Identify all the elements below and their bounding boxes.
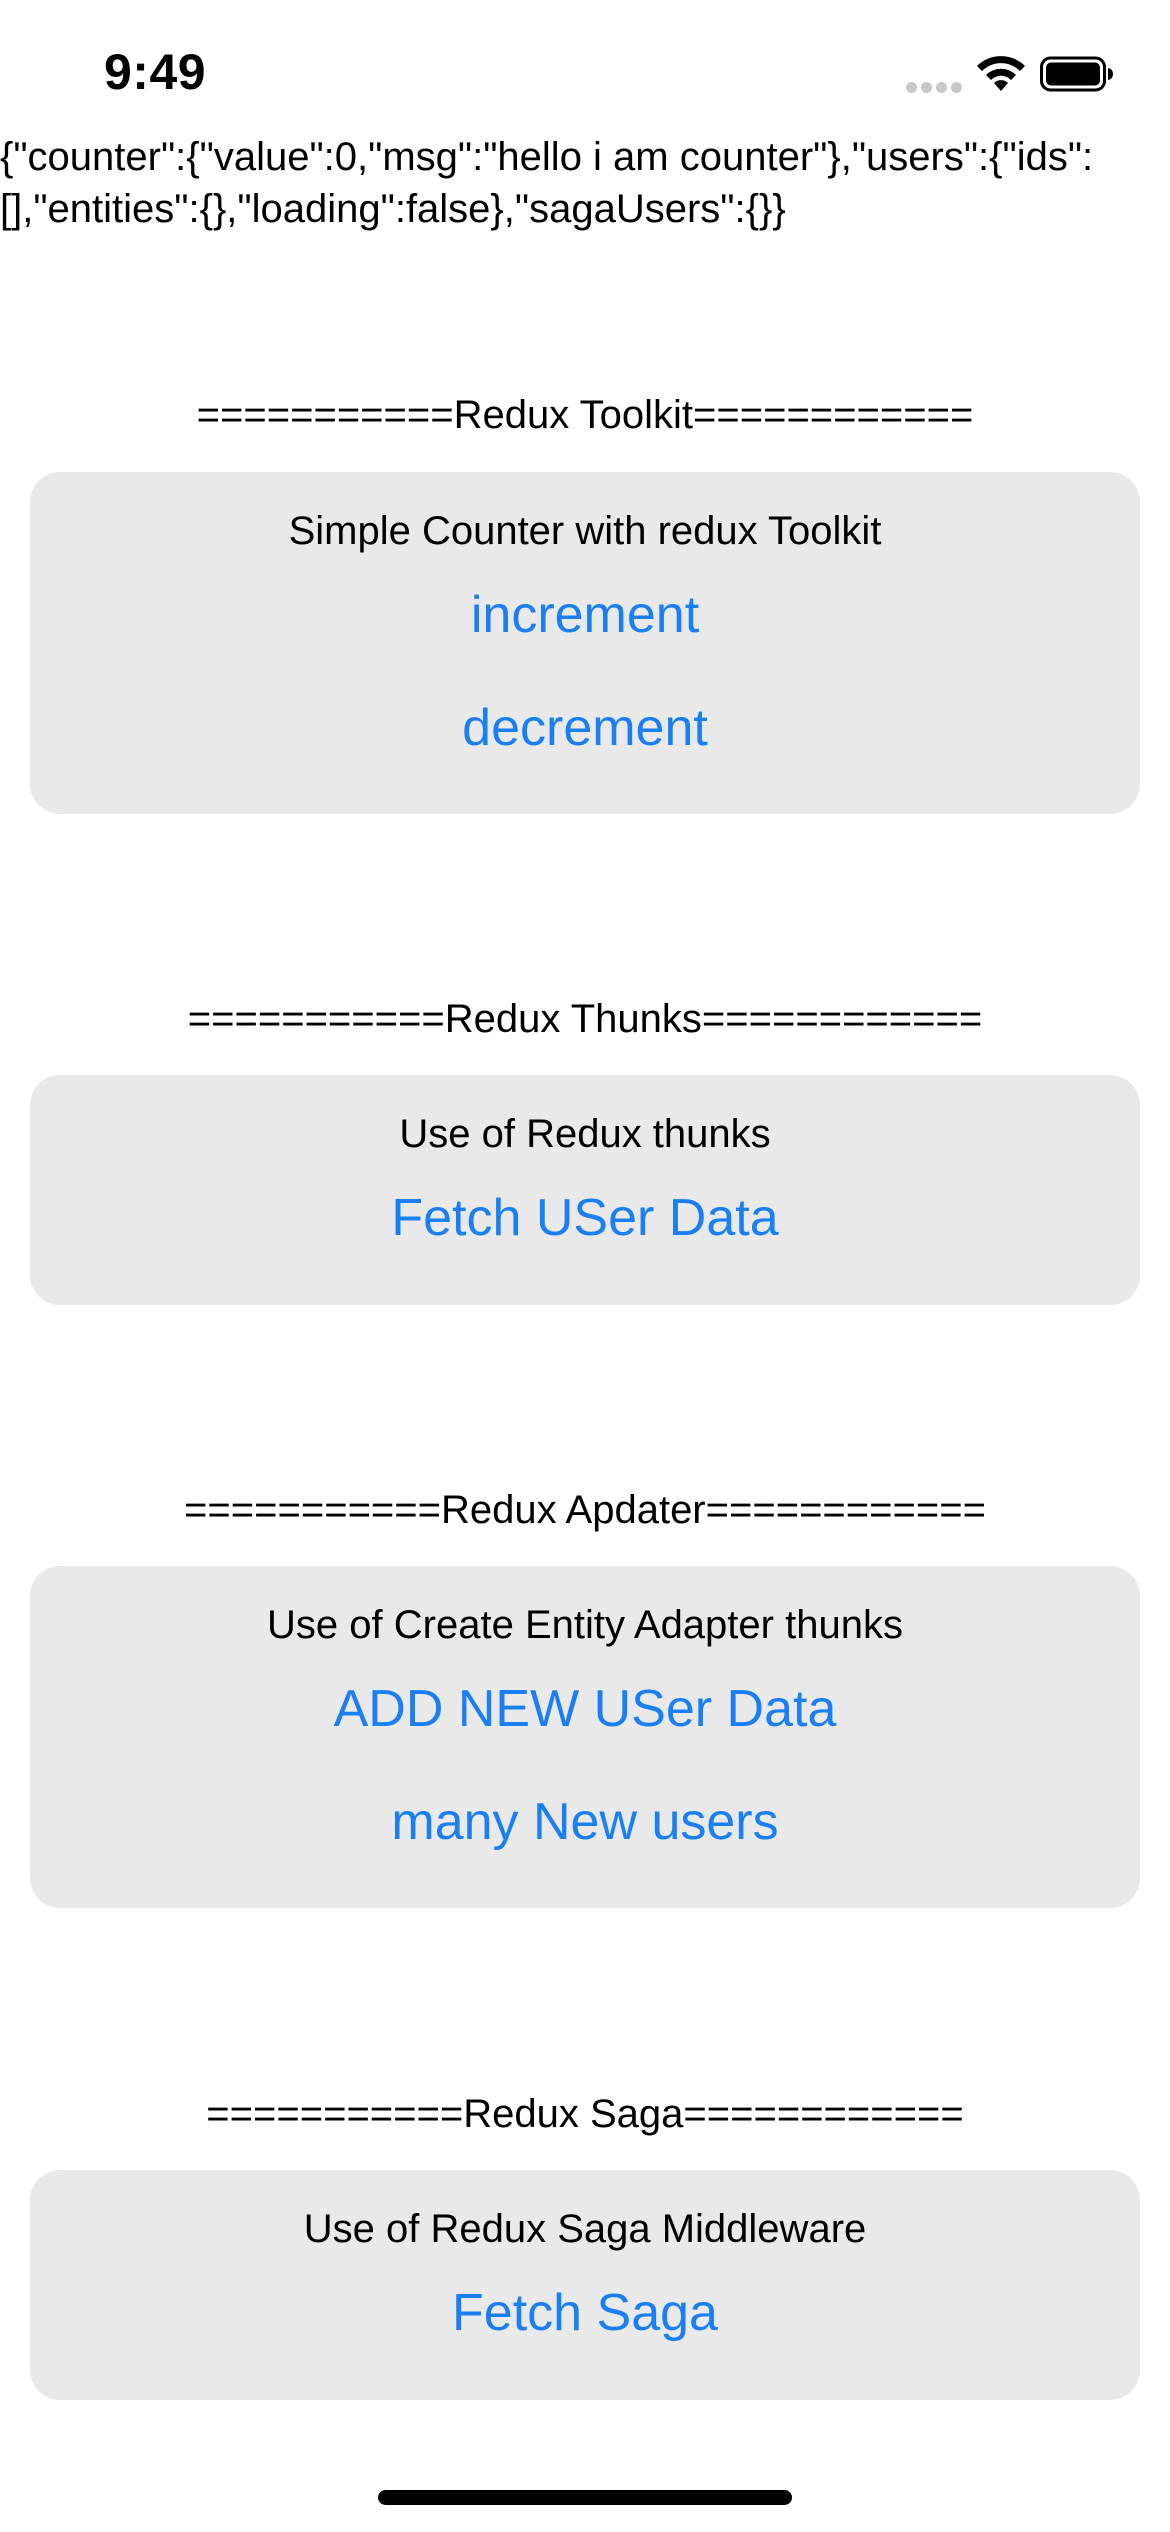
section-header-thunks: ===========Redux Thunks============ <box>187 997 983 1041</box>
section-header-saga: ===========Redux Saga============ <box>206 2092 964 2136</box>
card-title-saga: Use of Redux Saga Middleware <box>303 2207 867 2251</box>
decrement-button[interactable]: decrement <box>30 695 1140 761</box>
card-redux-thunks: Use of Redux thunks Fetch USer Data <box>30 1075 1140 1305</box>
section-header-adapter: ===========Redux Apdater============ <box>184 1488 986 1532</box>
card-redux-saga: Use of Redux Saga Middleware Fetch Saga <box>30 2170 1140 2400</box>
section-header-toolkit: ===========Redux Toolkit============ <box>196 393 974 437</box>
battery-icon <box>1040 56 1113 92</box>
increment-button[interactable]: increment <box>30 582 1140 648</box>
add-new-user-data-button[interactable]: ADD NEW USer Data <box>30 1676 1140 1742</box>
redux-state-dump: {"counter":{"value":0,"msg":"hello i am … <box>0 135 1094 231</box>
fetch-saga-button[interactable]: Fetch Saga <box>30 2280 1140 2346</box>
card-title-adapter: Use of Create Entity Adapter thunks <box>267 1603 903 1647</box>
home-indicator[interactable] <box>378 2490 792 2505</box>
app-screen: 9:49 {"counter":{"value":0,"msg":"hello … <box>0 0 1170 2532</box>
card-redux-toolkit: Simple Counter with redux Toolkit increm… <box>30 472 1140 814</box>
status-bar: 9:49 <box>0 0 1170 140</box>
card-title-toolkit: Simple Counter with redux Toolkit <box>288 509 882 553</box>
wifi-icon <box>977 56 1025 91</box>
card-title-thunks: Use of Redux thunks <box>399 1112 771 1156</box>
card-redux-adapter: Use of Create Entity Adapter thunks ADD … <box>30 1566 1140 1908</box>
cellular-dots-icon <box>906 82 962 94</box>
many-new-users-button[interactable]: many New users <box>30 1789 1140 1855</box>
status-time: 9:49 <box>104 44 207 100</box>
fetch-user-data-button[interactable]: Fetch USer Data <box>30 1185 1140 1251</box>
